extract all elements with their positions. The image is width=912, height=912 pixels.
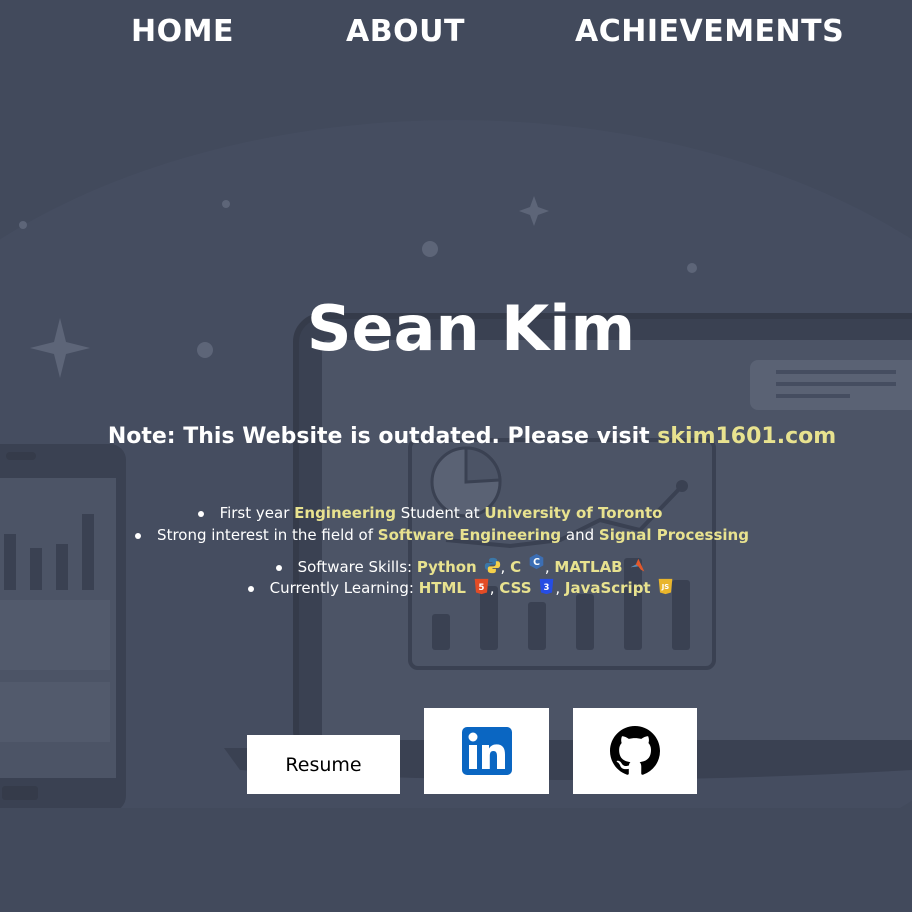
nav-home[interactable]: HOME — [131, 14, 234, 49]
svg-text:5: 5 — [478, 583, 484, 593]
python-icon — [484, 557, 500, 574]
top-nav: HOME ABOUT ACHIEVEMENTS — [0, 14, 912, 54]
svg-text:3: 3 — [544, 583, 550, 593]
css3-icon: 3 — [540, 578, 554, 595]
new-site-link[interactable]: skim1601.com — [657, 424, 836, 449]
bullet-dot — [135, 532, 142, 539]
list-item: First year Engineering Student at Univer… — [0, 504, 912, 522]
resume-button[interactable]: Resume — [247, 735, 400, 794]
note-text: Note: This Website is outdated. Please v… — [107, 424, 658, 449]
resume-label: Resume — [285, 753, 362, 776]
github-icon — [610, 726, 660, 775]
list-item: Strong interest in the field of Software… — [0, 526, 912, 544]
linkedin-button[interactable] — [424, 708, 549, 794]
svg-text:C: C — [533, 557, 540, 568]
bullet-dot — [197, 510, 204, 517]
matlab-icon — [631, 558, 645, 572]
github-button[interactable] — [573, 708, 697, 794]
javascript-icon: JS — [659, 578, 673, 595]
bullet-dot — [247, 585, 254, 592]
list-item: Currently Learning: HTML 5, CSS 3, JavaS… — [0, 578, 912, 597]
nav-about[interactable]: ABOUT — [346, 14, 465, 49]
page-title: Sean Kim — [306, 292, 636, 365]
bullet-dot — [275, 564, 282, 571]
outdated-note: Note: This Website is outdated. Please v… — [0, 424, 912, 449]
nav-achievements[interactable]: ACHIEVEMENTS — [575, 14, 844, 49]
html5-icon: 5 — [474, 578, 489, 595]
list-item: Software Skills: Python , C C, MATLAB — [0, 553, 912, 576]
linkedin-icon — [461, 727, 512, 775]
svg-text:JS: JS — [661, 583, 670, 591]
c-language-icon: C — [529, 553, 544, 570]
